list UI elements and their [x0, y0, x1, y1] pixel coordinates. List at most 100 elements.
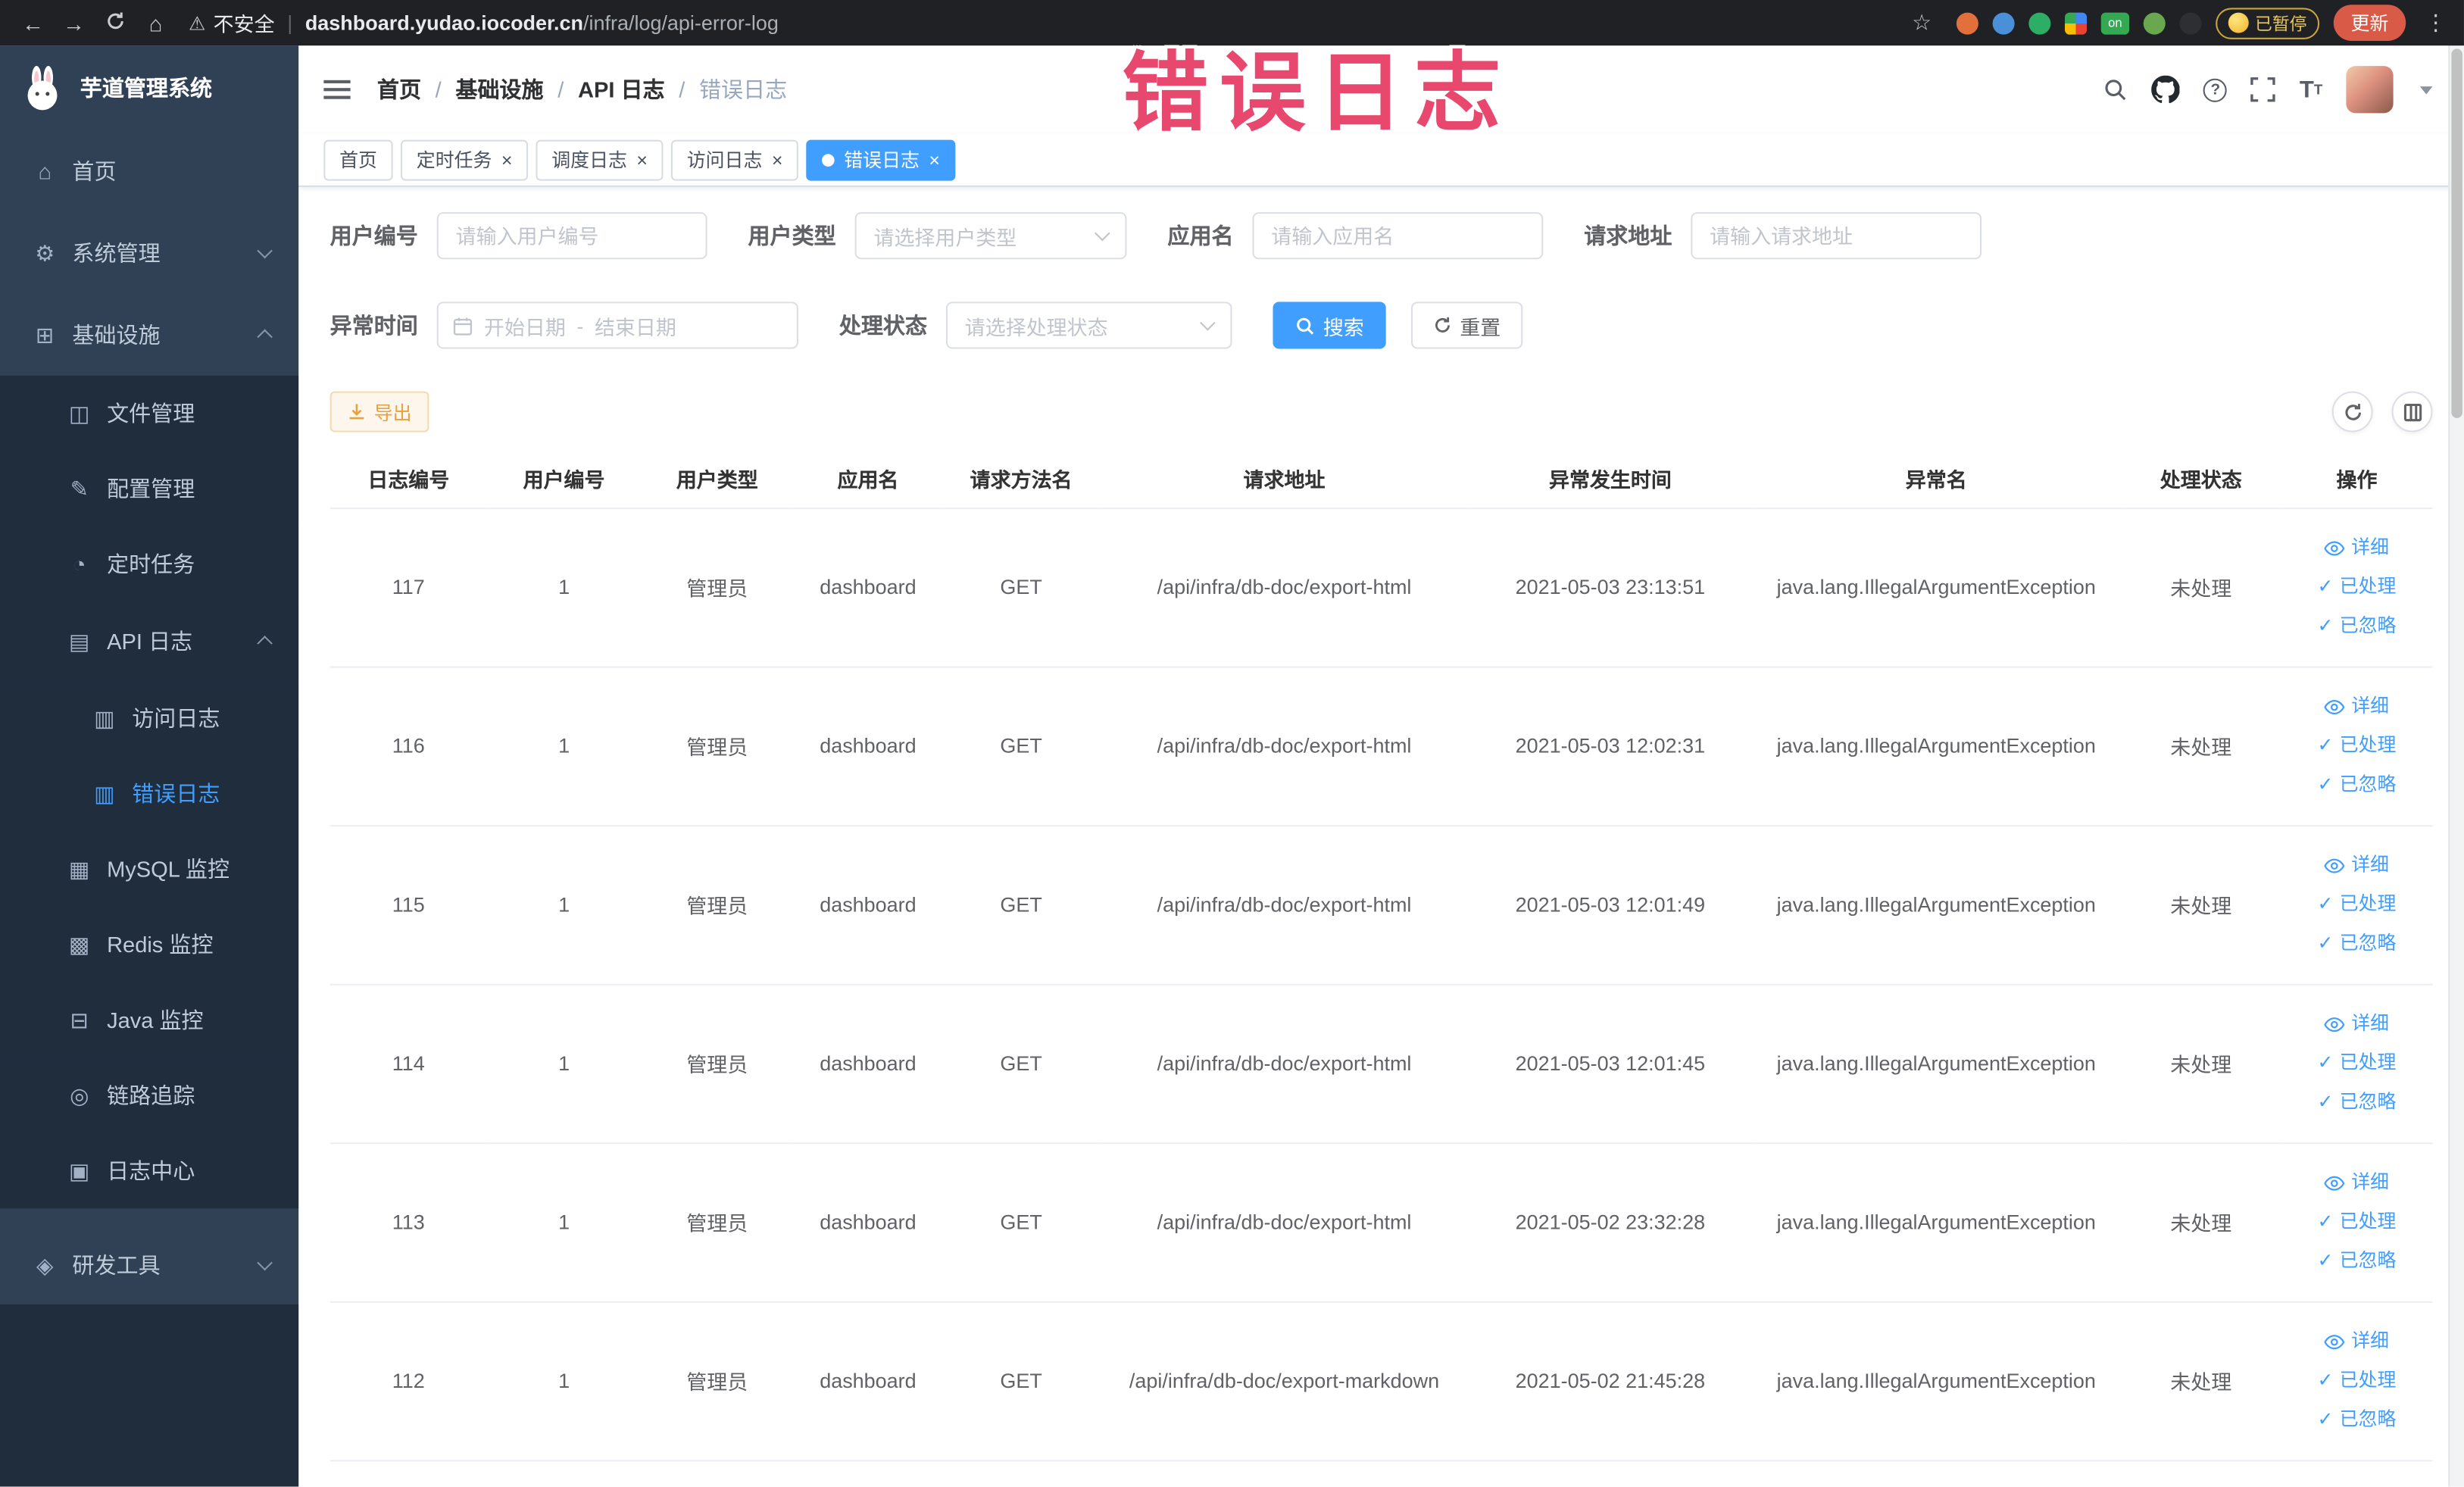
mark-ignored-link[interactable]: ✓ 已忽略: [2288, 1082, 2426, 1122]
mark-ignored-link[interactable]: ✓ 已忽略: [2288, 1400, 2426, 1439]
back-icon[interactable]: ←: [13, 10, 54, 35]
end-date-input[interactable]: 结束日期: [595, 311, 676, 340]
sidebar-item-infrastructure[interactable]: ⊞ 基础设施: [0, 294, 298, 376]
cell-actions: 详细 ✓ 已处理 ✓ 已忽略: [2281, 666, 2433, 826]
sidebar-item-config-management[interactable]: ✎ 配置管理: [0, 451, 299, 526]
header-actions: ? TT: [2103, 66, 2433, 114]
sidebar-item-log-center[interactable]: ▣ 日志中心: [0, 1132, 299, 1209]
extension-icon-6[interactable]: [2143, 11, 2166, 34]
tab-access-log[interactable]: 访问日志 ×: [671, 139, 799, 180]
extension-icon-4[interactable]: [2064, 11, 2088, 34]
chrome-menu-icon[interactable]: ⋮: [2420, 9, 2451, 36]
user-type-select[interactable]: 请选择用户类型: [854, 212, 1127, 260]
forward-icon[interactable]: →: [54, 10, 95, 35]
breadcrumb-api-logs[interactable]: API 日志: [578, 74, 665, 105]
address-bar[interactable]: ⚠ 不安全 | dashboard.yudao.iocoder.cn/infra…: [189, 8, 1886, 37]
security-label: 不安全: [213, 12, 275, 36]
detail-link[interactable]: 详细: [2288, 687, 2426, 726]
check-icon: ✓: [2317, 1210, 2334, 1232]
mark-ignored-link[interactable]: ✓ 已忽略: [2288, 1242, 2426, 1281]
font-size-icon[interactable]: TT: [2300, 77, 2322, 103]
search-button[interactable]: 搜索: [1273, 301, 1386, 349]
refresh-button[interactable]: [2331, 391, 2373, 433]
timer-icon: ◔: [72, 551, 86, 577]
search-icon[interactable]: [2103, 77, 2128, 102]
sidebar-item-system-management[interactable]: ⚙ 系统管理: [0, 212, 298, 294]
sidebar-item-tracing[interactable]: ◎ 链路追踪: [0, 1057, 299, 1133]
detail-link[interactable]: 详细: [2288, 1163, 2426, 1202]
tab-scheduled-tasks[interactable]: 定时任务 ×: [401, 139, 529, 180]
sidebar-item-dev-tools[interactable]: ◈ 研发工具: [0, 1226, 298, 1304]
scrollbar-thumb[interactable]: [2451, 48, 2462, 418]
avatar-caret-icon[interactable]: [2419, 86, 2433, 94]
detail-link[interactable]: 详细: [2288, 1004, 2426, 1044]
reset-button[interactable]: 重置: [1411, 301, 1523, 349]
sidebar-item-error-log[interactable]: ▥ 错误日志: [0, 755, 299, 832]
bookmark-star-icon[interactable]: ☆: [1901, 9, 1942, 36]
eye-icon: [2324, 699, 2345, 714]
github-icon[interactable]: [2151, 75, 2181, 104]
close-icon[interactable]: ×: [636, 150, 648, 169]
sidebar-item-redis-monitor[interactable]: ▩ Redis 监控: [0, 907, 299, 982]
close-icon[interactable]: ×: [772, 150, 783, 169]
detail-link[interactable]: 详细: [2288, 1322, 2426, 1361]
page-scrollbar[interactable]: [2448, 45, 2464, 1487]
extension-icon-1[interactable]: [1956, 11, 1978, 34]
sidebar-item-scheduled-tasks[interactable]: ◔ 定时任务: [0, 526, 299, 602]
sidebar-item-file-management[interactable]: ◫ 文件管理: [0, 375, 299, 451]
help-icon[interactable]: ?: [2203, 77, 2228, 102]
tab-error-log[interactable]: 错误日志 ×: [806, 139, 956, 180]
fullscreen-icon[interactable]: [2250, 77, 2276, 102]
extension-icon-7[interactable]: [2179, 11, 2202, 34]
breadcrumb-infrastructure[interactable]: 基础设施: [455, 74, 543, 105]
mark-ignored-link[interactable]: ✓ 已忽略: [2288, 924, 2426, 964]
extension-icon-3[interactable]: [2028, 11, 2051, 34]
column-settings-button[interactable]: [2391, 391, 2433, 433]
sidebar-item-mysql-monitor[interactable]: ▦ MySQL 监控: [0, 831, 299, 908]
smiley-icon: [2228, 12, 2249, 33]
mark-ignored-link[interactable]: ✓ 已忽略: [2288, 607, 2426, 646]
app-logo[interactable]: 芋道管理系统: [0, 45, 298, 130]
mark-processed-link[interactable]: ✓ 已处理: [2288, 1202, 2426, 1242]
extension-icon-2[interactable]: [1992, 11, 2015, 34]
mark-processed-link[interactable]: ✓ 已处理: [2288, 567, 2426, 607]
avatar[interactable]: [2346, 66, 2394, 114]
eye-icon: [2324, 1175, 2345, 1190]
sidebar-item-api-logs[interactable]: ▤ API 日志: [0, 601, 299, 681]
process-status-select[interactable]: 请选择处理状态: [945, 301, 1232, 349]
tab-schedule-log[interactable]: 调度日志 ×: [536, 139, 664, 180]
mark-processed-link[interactable]: ✓ 已处理: [2288, 885, 2426, 924]
breadcrumb-home[interactable]: 首页: [377, 74, 421, 105]
home-icon[interactable]: ⌂: [135, 10, 176, 35]
detail-link[interactable]: 详细: [2288, 845, 2426, 885]
col-user-id: 用户编号: [486, 451, 642, 509]
mark-processed-link[interactable]: ✓ 已处理: [2288, 726, 2426, 765]
request-url-input[interactable]: [1691, 212, 1982, 260]
start-date-input[interactable]: 开始日期: [484, 311, 566, 340]
reload-icon[interactable]: [94, 10, 135, 35]
app-name-input[interactable]: [1252, 212, 1544, 260]
close-icon[interactable]: ×: [929, 150, 940, 169]
sidebar-item-java-monitor[interactable]: ⊟ Java 监控: [0, 982, 299, 1058]
mark-ignored-link[interactable]: ✓ 已忽略: [2288, 765, 2426, 804]
paused-extension-badge[interactable]: 已暂停: [2216, 7, 2320, 39]
chevron-down-icon: [257, 242, 273, 259]
user-id-input[interactable]: [436, 212, 707, 260]
extension-on-icon[interactable]: on: [2100, 11, 2130, 34]
filter-request-url: 请求地址: [1584, 212, 1982, 260]
tab-home[interactable]: 首页: [323, 139, 393, 180]
close-icon[interactable]: ×: [501, 150, 513, 169]
sidebar-item-home[interactable]: ⌂ 首页: [0, 130, 298, 212]
mark-processed-link[interactable]: ✓ 已处理: [2288, 1044, 2426, 1083]
sidebar-item-access-log[interactable]: ▥ 访问日志: [0, 680, 299, 756]
mark-processed-link[interactable]: ✓ 已处理: [2288, 1361, 2426, 1401]
refresh-icon: [2344, 403, 2360, 420]
cell-status: 未处理: [2120, 825, 2281, 985]
exception-time-range[interactable]: 开始日期 - 结束日期: [436, 301, 798, 349]
cell-log-id: 114: [329, 983, 487, 1144]
hamburger-icon[interactable]: [323, 80, 351, 99]
tab-label: 调度日志: [551, 149, 627, 172]
detail-link[interactable]: 详细: [2288, 528, 2426, 567]
chrome-update-button[interactable]: 更新: [2333, 5, 2406, 41]
export-button[interactable]: 导出: [329, 391, 429, 433]
